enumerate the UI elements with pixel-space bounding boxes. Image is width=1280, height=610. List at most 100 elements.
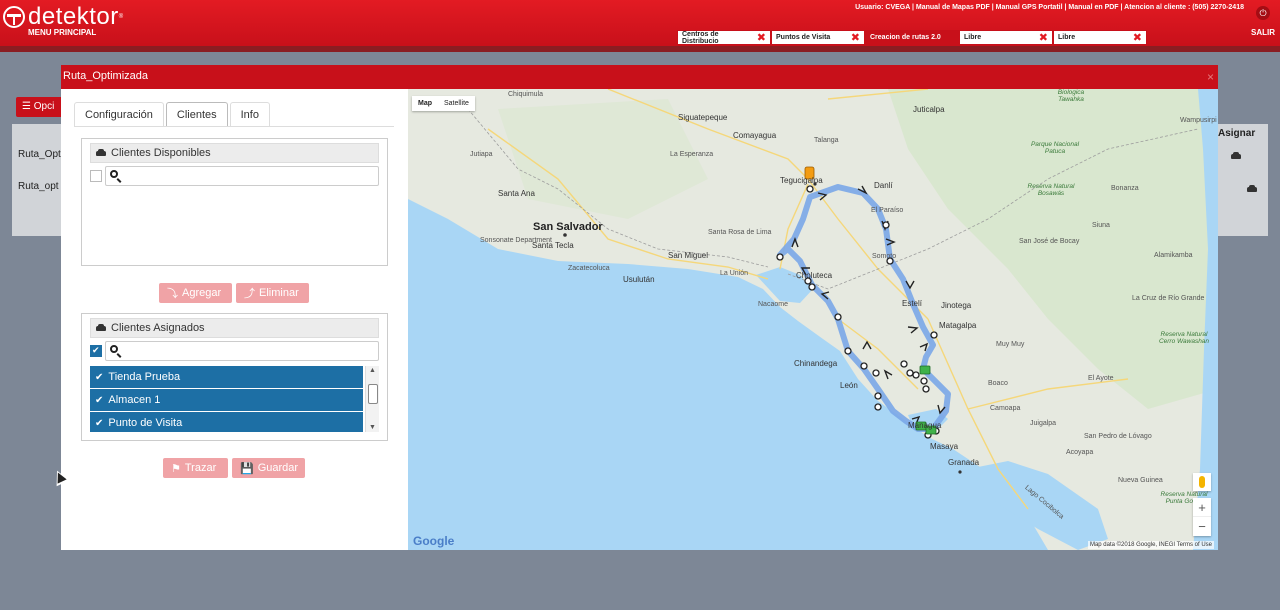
zoom-control: + − xyxy=(1193,498,1211,536)
header-tab-centros[interactable]: Centros de Distribucio ✖ xyxy=(677,30,771,45)
logo[interactable]: detektor ® xyxy=(3,3,124,30)
assigned-search-row xyxy=(90,341,379,361)
scroll-up-icon[interactable]: ▲ xyxy=(369,367,376,374)
map-label: Danlí xyxy=(874,181,893,190)
car-icon xyxy=(95,148,107,158)
tab-clientes[interactable]: Clientes xyxy=(165,102,228,127)
available-clients-title: Clientes Disponibles xyxy=(90,143,379,163)
map-type-map-button[interactable]: Map xyxy=(412,96,438,111)
street-view-pegman-icon[interactable] xyxy=(1193,473,1211,491)
available-search-input[interactable] xyxy=(105,166,379,186)
guardar-button[interactable]: 💾 Guardar xyxy=(232,458,305,478)
map-label: Acoyapa xyxy=(1066,449,1094,456)
header-tab-creacion-rutas[interactable]: Creacion de rutas 2.0 xyxy=(865,30,959,45)
clients-panel: Configuración Clientes Info Clientes Dis… xyxy=(61,89,408,550)
route-map[interactable]: Map Satellite San Salvador Tegucigalpa S… xyxy=(408,89,1218,550)
scroll-thumb[interactable] xyxy=(368,384,378,404)
map-canvas xyxy=(408,89,1218,550)
steering-wheel-icon xyxy=(3,6,25,28)
logo-registered-mark: ® xyxy=(118,14,124,20)
map-label: Managua xyxy=(908,421,942,430)
map-label: Juticalpa xyxy=(913,105,945,114)
check-icon: ✔ xyxy=(95,371,104,383)
map-label: Chinandega xyxy=(794,359,838,368)
logo-text: detektor xyxy=(28,3,119,30)
map-label: La Unión xyxy=(720,270,749,277)
map-label: Santa Rosa de Lima xyxy=(708,229,772,236)
agregar-label: Agregar xyxy=(182,287,222,299)
trazar-button[interactable]: ⚑ Trazar xyxy=(163,458,228,478)
header-tab-libre-1[interactable]: Libre ✖ xyxy=(959,30,1053,45)
car-icon[interactable] xyxy=(1230,152,1242,161)
map-label: Somoto xyxy=(872,253,897,260)
header-tab-label: Libre xyxy=(964,34,982,41)
check-icon: ✔ xyxy=(95,394,104,406)
available-search-row xyxy=(90,166,379,186)
map-label: Matagalpa xyxy=(939,321,977,330)
asignar-column-header: Asignar xyxy=(1218,128,1256,139)
tab-configuracion[interactable]: Configuración xyxy=(74,102,164,127)
route-modal: Ruta_Optimizada × Configuración Clientes… xyxy=(61,65,1218,550)
map-type-satellite-button[interactable]: Satellite xyxy=(438,96,475,111)
zoom-out-button[interactable]: − xyxy=(1193,517,1211,536)
list-item[interactable]: ✔ Punto de Visita xyxy=(90,412,363,432)
scroll-down-icon[interactable]: ▼ xyxy=(369,424,376,431)
list-item[interactable]: ✔ Tienda Prueba xyxy=(90,366,363,388)
available-actions: ⤵ Agregar ⤴ Eliminar xyxy=(159,283,309,303)
options-button[interactable]: ☰ Opci xyxy=(16,97,66,117)
table-row[interactable]: Ruta_Opt xyxy=(18,149,61,160)
header-tab-libre-2[interactable]: Libre ✖ xyxy=(1053,30,1147,45)
select-all-assigned-checkbox[interactable] xyxy=(90,345,102,357)
map-label: El Ayote xyxy=(1088,375,1114,382)
logout-button[interactable]: ⏻ SALIR xyxy=(1250,6,1276,40)
google-logo[interactable]: Google xyxy=(413,534,454,548)
map-label: Nacaome xyxy=(758,301,788,308)
map-attribution[interactable]: Map data ©2018 Google, INEGI Terms of Us… xyxy=(1087,541,1214,549)
header-tab-label: Puntos de Visita xyxy=(776,34,831,41)
header-tab-label: Centros de Distribucio xyxy=(682,30,719,45)
list-item-label: Almacen 1 xyxy=(108,394,161,406)
header-tab-puntos[interactable]: Puntos de Visita ✖ xyxy=(771,30,865,45)
route-actions: ⚑ Trazar 💾 Guardar xyxy=(163,458,305,478)
list-item-label: Tienda Prueba xyxy=(108,371,181,383)
modal-header: Ruta_Optimizada × xyxy=(61,65,1218,89)
map-label: Nueva Guinea xyxy=(1118,477,1163,484)
arrow-down-icon: ⤵ xyxy=(167,288,178,300)
map-label: Usulután xyxy=(623,275,655,284)
route-icon: ⚑ xyxy=(171,462,181,475)
map-label: Wampusirpi xyxy=(1180,117,1217,124)
assigned-clients-list: ✔ Tienda Prueba ✔ Almacen 1 ✔ Punto de V… xyxy=(90,366,379,432)
assigned-clients-title: Clientes Asignados xyxy=(90,318,379,338)
map-label: San Miguel xyxy=(668,251,709,260)
search-icon xyxy=(110,170,118,178)
map-label: El Paraíso xyxy=(871,207,904,214)
eliminar-button[interactable]: ⤴ Eliminar xyxy=(236,283,309,303)
map-label: Bonanza xyxy=(1111,185,1139,192)
close-icon[interactable]: × xyxy=(1207,70,1214,84)
table-row[interactable]: Ruta_opt xyxy=(18,181,59,192)
close-icon[interactable]: ✖ xyxy=(757,32,766,44)
map-label: San José de Bocay xyxy=(1019,238,1080,245)
close-icon[interactable]: ✖ xyxy=(851,32,860,44)
car-icon[interactable] xyxy=(1246,185,1258,194)
menu-principal-label[interactable]: MENU PRINCIPAL xyxy=(28,28,96,37)
list-item[interactable]: ✔ Almacen 1 xyxy=(90,389,363,411)
assigned-clients-box: Clientes Asignados ✔ Tienda Prueba ✔ Alm… xyxy=(81,313,388,441)
zoom-in-button[interactable]: + xyxy=(1193,498,1211,517)
map-label: Estelí xyxy=(902,299,923,308)
close-icon[interactable]: ✖ xyxy=(1039,32,1048,44)
modal-tabs: Configuración Clientes Info xyxy=(74,102,272,127)
header-tab-label: Creacion de rutas 2.0 xyxy=(870,34,941,41)
trazar-label: Trazar xyxy=(184,462,217,474)
map-label: Parque Nacional Patuca xyxy=(1030,141,1080,155)
map-label: Granada xyxy=(948,458,980,467)
map-label: La Esperanza xyxy=(670,151,714,158)
agregar-button[interactable]: ⤵ Agregar xyxy=(159,283,232,303)
select-all-available-checkbox[interactable] xyxy=(90,170,102,182)
user-info-bar[interactable]: Usuario: CVEGA | Manual de Mapas PDF | M… xyxy=(855,4,1244,11)
assigned-search-input[interactable] xyxy=(105,341,379,361)
map-label: Alamikamba xyxy=(1154,252,1193,259)
close-icon[interactable]: ✖ xyxy=(1133,32,1142,44)
tab-info[interactable]: Info xyxy=(229,102,270,127)
list-scrollbar[interactable]: ▲ ▼ xyxy=(365,366,379,432)
